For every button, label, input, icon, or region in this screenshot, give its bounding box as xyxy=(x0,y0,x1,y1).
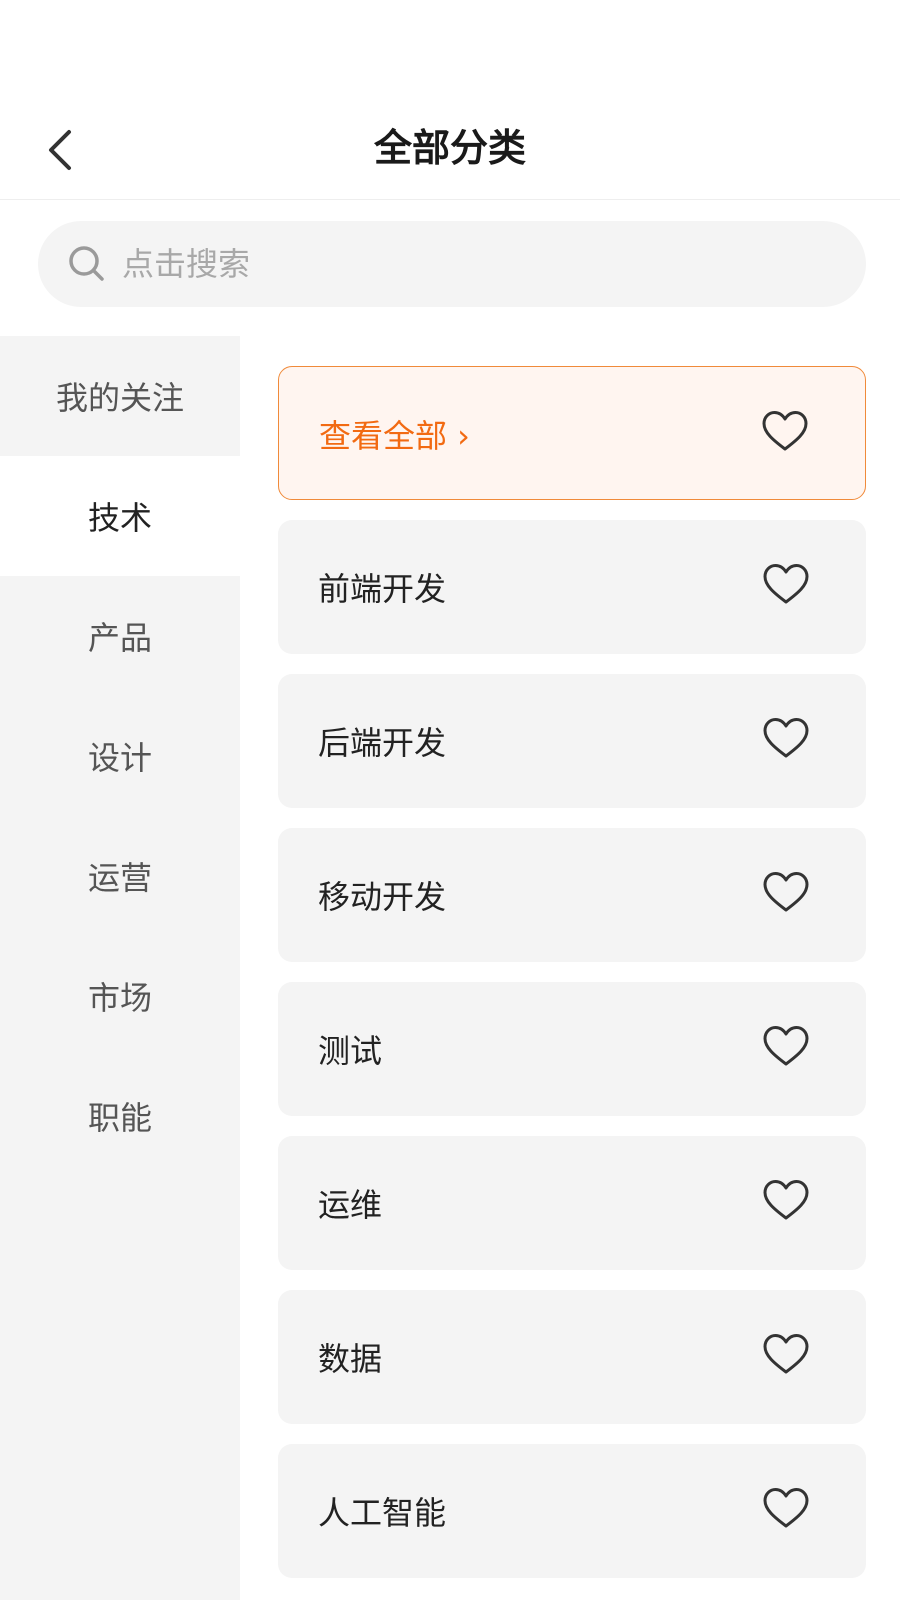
category-label: 测试 xyxy=(318,1032,383,1070)
page-title: 全部分类 xyxy=(373,126,526,170)
back-button[interactable] xyxy=(36,126,84,174)
sidebar-item-operations[interactable]: 运营 xyxy=(0,816,240,936)
status-bar xyxy=(0,0,900,100)
follow-button[interactable] xyxy=(762,716,810,760)
category-card-testing[interactable]: 测试 xyxy=(278,982,866,1116)
follow-button[interactable] xyxy=(762,1486,810,1530)
sidebar-item-label: 职能 xyxy=(87,1099,152,1137)
sidebar-item-functions[interactable]: 职能 xyxy=(0,1056,240,1176)
sidebar-item-label: 运营 xyxy=(87,859,152,897)
heart-outline-icon xyxy=(763,564,809,604)
sidebar-item-marketing[interactable]: 市场 xyxy=(0,936,240,1056)
category-card-devops[interactable]: 运维 xyxy=(278,1136,866,1270)
category-card-data[interactable]: 数据 xyxy=(278,1290,866,1424)
category-list: 查看全部 › 前端开发 后端开发 移动开发 测试 运维 数据 人工智能 xyxy=(240,336,900,1600)
sidebar-item-product[interactable]: 产品 xyxy=(0,576,240,696)
search-section xyxy=(0,200,900,336)
category-label: 前端开发 xyxy=(318,570,447,608)
heart-outline-icon xyxy=(763,872,809,912)
chevron-left-icon xyxy=(49,130,71,170)
sidebar-item-label: 设计 xyxy=(87,739,152,777)
follow-button[interactable] xyxy=(762,870,810,914)
sidebar-item-design[interactable]: 设计 xyxy=(0,696,240,816)
follow-button[interactable] xyxy=(761,409,809,453)
category-label: 人工智能 xyxy=(318,1494,447,1532)
sidebar-item-tech[interactable]: 技术 xyxy=(0,456,240,576)
follow-button[interactable] xyxy=(762,1178,810,1222)
header: 全部分类 xyxy=(0,100,900,200)
heart-outline-icon xyxy=(763,1334,809,1374)
view-all-card[interactable]: 查看全部 › xyxy=(278,366,866,500)
follow-button[interactable] xyxy=(762,562,810,606)
category-label: 数据 xyxy=(318,1340,383,1378)
follow-button[interactable] xyxy=(762,1332,810,1376)
sidebar-item-label: 技术 xyxy=(87,499,152,537)
category-card-backend[interactable]: 后端开发 xyxy=(278,674,866,808)
view-all-label: 查看全部 › xyxy=(319,417,470,455)
search-icon xyxy=(69,246,104,281)
follow-button[interactable] xyxy=(762,1024,810,1068)
sidebar-item-label: 产品 xyxy=(87,619,152,657)
heart-outline-icon xyxy=(763,1180,809,1220)
category-card-frontend[interactable]: 前端开发 xyxy=(278,520,866,654)
category-card-mobile[interactable]: 移动开发 xyxy=(278,828,866,962)
sidebar-item-label: 市场 xyxy=(87,979,152,1017)
sidebar-item-label: 我的关注 xyxy=(55,379,184,417)
category-sidebar: 我的关注 技术 产品 设计 运营 市场 职能 xyxy=(0,336,240,1600)
search-input[interactable] xyxy=(120,233,824,295)
heart-outline-icon xyxy=(763,1488,809,1528)
heart-outline-icon xyxy=(763,1026,809,1066)
heart-outline-icon xyxy=(762,411,808,451)
heart-outline-icon xyxy=(763,718,809,758)
category-label: 运维 xyxy=(318,1186,383,1224)
sidebar-item-following[interactable]: 我的关注 xyxy=(0,336,240,456)
category-label: 移动开发 xyxy=(318,878,447,916)
category-card-ai[interactable]: 人工智能 xyxy=(278,1444,866,1578)
search-bar[interactable] xyxy=(38,221,866,307)
category-label: 后端开发 xyxy=(318,724,447,762)
